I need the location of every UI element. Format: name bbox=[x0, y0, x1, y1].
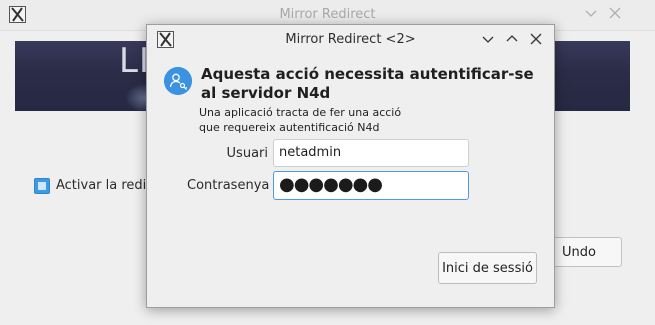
undo-button-label: Undo bbox=[562, 244, 596, 260]
redirect-checkbox[interactable] bbox=[34, 178, 50, 194]
username-label: Usuari bbox=[226, 146, 268, 161]
close-icon[interactable] bbox=[608, 6, 622, 20]
password-label: Contrasenya bbox=[187, 178, 270, 193]
description-line: Una aplicació tracta de fer una acció bbox=[199, 106, 402, 119]
description-line: que requereix autentificació N4d bbox=[199, 121, 380, 134]
username-field[interactable]: netadmin bbox=[273, 139, 469, 167]
password-field[interactable]: ●●●●●●● bbox=[273, 171, 469, 200]
login-button[interactable]: Inici de sessió bbox=[438, 252, 537, 284]
chevron-up-icon[interactable] bbox=[505, 32, 519, 46]
chevron-down-icon[interactable] bbox=[584, 6, 598, 20]
auth-dialog: Mirror Redirect <2> Aquesta acció necess… bbox=[146, 24, 555, 308]
dialog-heading: Aquesta acció necessita autentificar-se … bbox=[201, 65, 534, 102]
main-window-title: Mirror Redirect bbox=[279, 7, 376, 22]
user-key-icon bbox=[164, 67, 192, 95]
close-icon[interactable] bbox=[529, 32, 543, 46]
chevron-down-icon[interactable] bbox=[481, 32, 495, 46]
login-button-label: Inici de sessió bbox=[442, 260, 533, 276]
dialog-titlebar: Mirror Redirect <2> bbox=[147, 25, 554, 53]
redirect-checkbox-label: Activar la redire bbox=[56, 178, 160, 193]
dialog-description: Una aplicació tracta de fer una acció qu… bbox=[199, 105, 539, 135]
